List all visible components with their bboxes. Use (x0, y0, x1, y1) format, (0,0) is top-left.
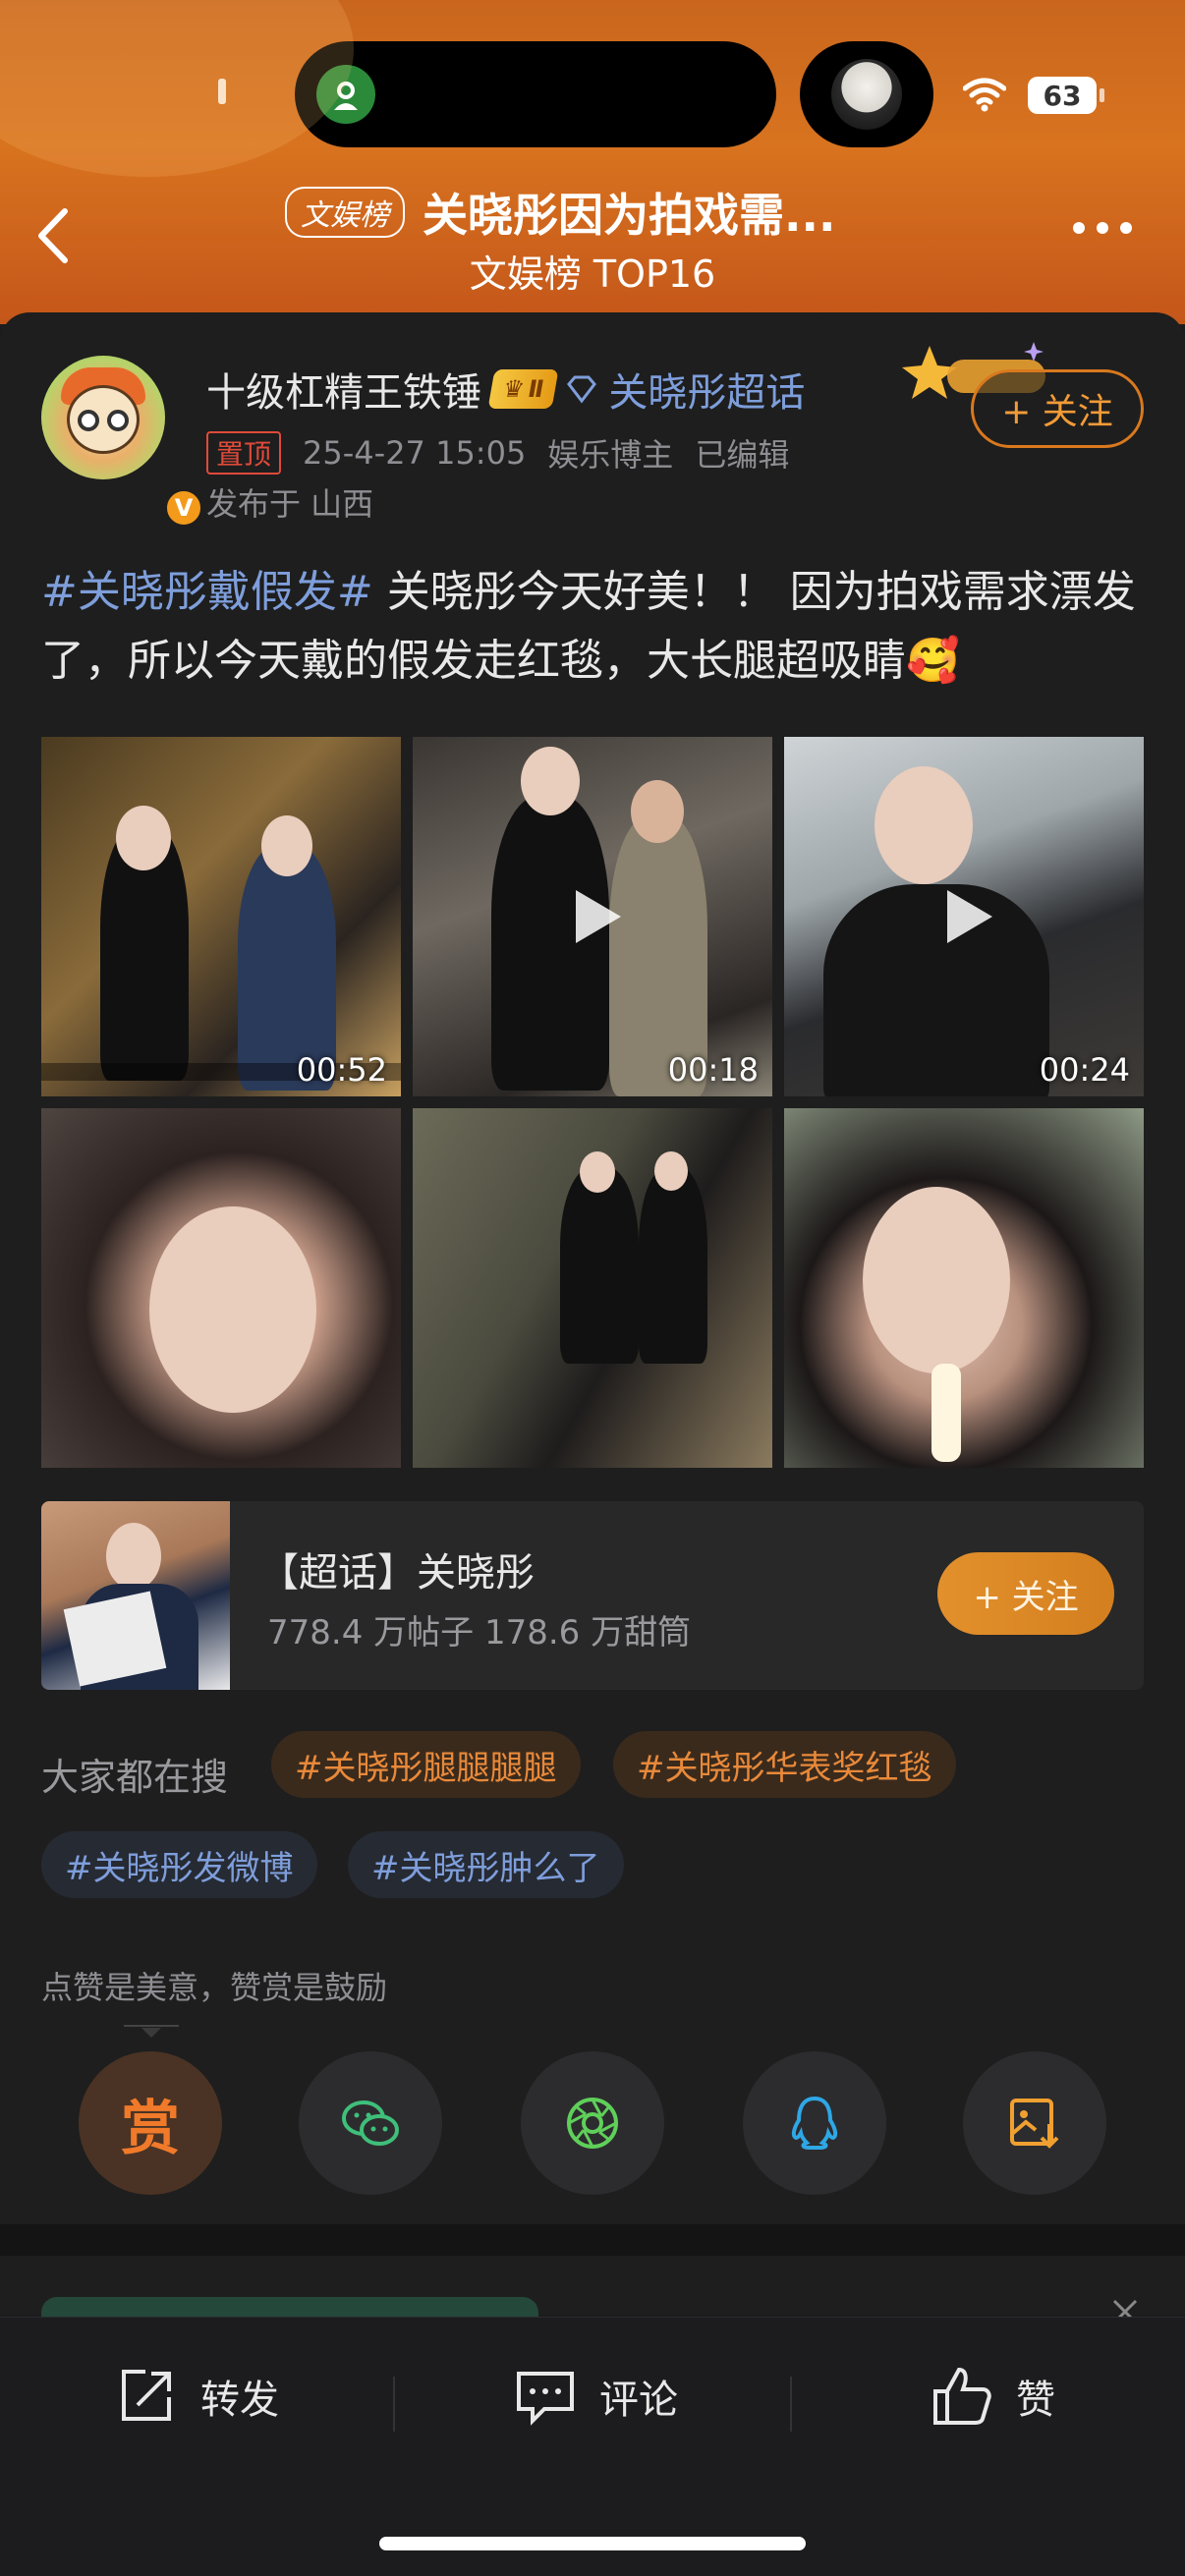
reward-button[interactable]: 赏 (79, 2051, 222, 2195)
comment-label: 评论 (599, 2378, 678, 2423)
verified-badge-icon: V (163, 487, 204, 529)
video-duration: 00:18 (667, 1051, 759, 1089)
repost-button[interactable]: 转发 (112, 2357, 279, 2436)
title-row: 文娱榜 关晓彤因为拍戏需... (285, 183, 835, 242)
qq-icon (791, 2096, 838, 2150)
level-badge[interactable]: ♛ Ⅱ (487, 369, 559, 409)
status-indicator (218, 79, 226, 104)
search-chip[interactable]: #关晓彤发微博 (41, 1831, 317, 1898)
list-tag: 文娱榜 (285, 187, 405, 238)
reward-hint: 点赞是美意，赞赏是鼓励 (41, 1969, 388, 2006)
more-options-icon[interactable] (1073, 222, 1142, 246)
wechat-icon (342, 2100, 399, 2146)
thumbs-up-icon (933, 2367, 991, 2425)
comment-icon (517, 2372, 574, 2426)
like-label: 赞 (1016, 2378, 1055, 2423)
photo-thumbnail[interactable] (41, 1108, 401, 1468)
home-indicator (379, 2537, 806, 2550)
search-chip[interactable]: #关晓彤肿么了 (348, 1831, 624, 1898)
like-button[interactable]: 赞 (928, 2357, 1055, 2436)
share-qq-button[interactable] (743, 2051, 886, 2195)
save-image-button[interactable] (963, 2051, 1106, 2195)
section-divider (0, 2224, 1185, 2256)
now-playing-avatar (831, 59, 902, 130)
post-text: #关晓彤戴假发# 关晓彤今天好美！！ 因为拍戏需求漂发了，所以今天戴的假发走红毯… (41, 558, 1152, 696)
trending-search-label: 大家都在搜 (41, 1756, 229, 1799)
super-topic-link[interactable]: 关晓彤超话 (608, 361, 805, 418)
reward-icon: 赏 (121, 2094, 180, 2163)
share-wechat-button[interactable] (299, 2051, 442, 2195)
now-playing-pill[interactable] (800, 41, 933, 147)
author-role: 娱乐博主 (547, 436, 674, 474)
pinned-badge: 置顶 (206, 431, 282, 475)
page-title: 关晓彤因为拍戏需... (423, 189, 836, 242)
post-datetime: 25-4-27 15:05 (303, 434, 527, 472)
video-thumbnail[interactable]: 00:24 (784, 737, 1144, 1096)
username[interactable]: 十级杠精王铁锤 (206, 361, 481, 418)
video-duration: 00:24 (1039, 1051, 1130, 1089)
post-card: V 十级杠精王铁锤 ♛ Ⅱ 关晓彤超话 + 关注 置顶 25-4-27 15:0… (0, 312, 1185, 2224)
post-hashtag[interactable]: #关晓彤戴假发# (41, 567, 373, 617)
comment-button[interactable]: 评论 (511, 2357, 678, 2436)
share-moments-button[interactable] (521, 2051, 664, 2195)
video-duration: 00:52 (296, 1051, 387, 1089)
wifi-icon (963, 78, 1006, 112)
super-topic-follow-button[interactable]: + 关注 (937, 1552, 1114, 1635)
video-thumbnail[interactable]: 00:18 (413, 737, 772, 1096)
next-post-thumbnail (41, 2297, 538, 2319)
avatar[interactable]: V (41, 356, 204, 529)
edited-label[interactable]: 已编辑 (695, 430, 789, 476)
repost-label: 转发 (200, 2378, 279, 2423)
username-row: 十级杠精王铁锤 ♛ Ⅱ 关晓彤超话 (206, 362, 805, 417)
caret-down-icon (124, 2025, 179, 2038)
moments-icon (567, 2098, 618, 2149)
diamond-icon (567, 375, 597, 404)
dynamic-island (295, 41, 776, 147)
super-topic-stats: 778.4 万帖子 178.6 万甜筒 (267, 1613, 692, 1652)
video-thumbnail[interactable]: 00:52 (41, 737, 401, 1096)
follow-button[interactable]: + 关注 (971, 369, 1144, 448)
super-topic-name: 【超话】关晓彤 (259, 1550, 535, 1596)
voice-call-icon (316, 65, 375, 124)
super-topic-thumbnail (41, 1501, 230, 1690)
crown-icon: ♛ (500, 375, 527, 403)
save-image-icon (1010, 2099, 1059, 2149)
search-chip[interactable]: #关晓彤腿腿腿腿 (271, 1731, 581, 1798)
super-topic-card[interactable]: 【超话】关晓彤 778.4 万帖子 178.6 万甜筒 + 关注 (41, 1501, 1144, 1690)
post-location: 发布于 山西 (206, 485, 374, 523)
battery-indicator: 63 (1028, 77, 1104, 114)
play-icon (947, 890, 992, 943)
post-meta: 置顶 25-4-27 15:05 娱乐博主 已编辑 (206, 428, 789, 477)
search-chip[interactable]: #关晓彤华表奖红毯 (613, 1731, 956, 1798)
photo-thumbnail[interactable] (784, 1108, 1144, 1468)
header-banner: 63 文娱榜 关晓彤因为拍戏需... 文娱榜 TOP16 (0, 0, 1185, 324)
photo-thumbnail[interactable] (413, 1108, 772, 1468)
page-subtitle[interactable]: 文娱榜 TOP16 (0, 244, 1185, 298)
play-icon (576, 890, 621, 943)
share-arrow-icon (122, 2370, 171, 2421)
